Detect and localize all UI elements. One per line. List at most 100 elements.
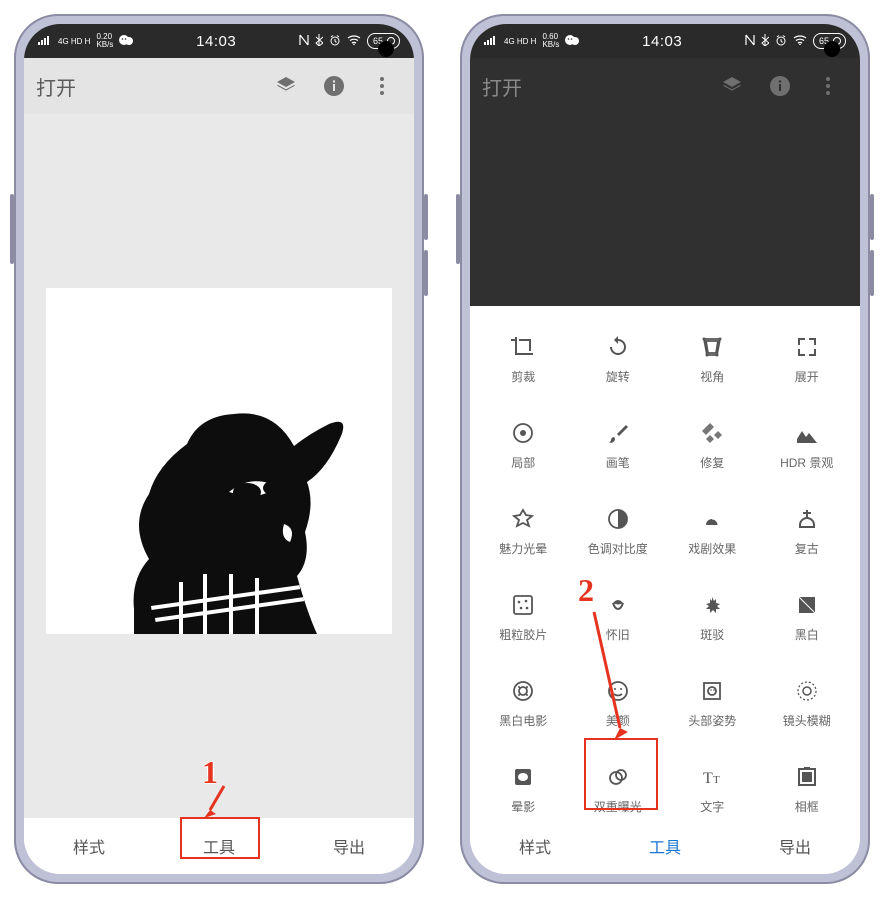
alarm-icon	[775, 34, 787, 49]
layers-icon[interactable]	[266, 66, 306, 106]
clock: 14:03	[196, 33, 236, 50]
data-speed: 0.60KB/s	[542, 33, 559, 49]
wechat-icon	[119, 34, 133, 49]
tool-bw[interactable]: 黑白	[760, 576, 855, 658]
wifi-icon	[347, 35, 361, 48]
annotation-box-2	[584, 738, 658, 810]
bw-icon	[794, 592, 820, 618]
tool-label: 镜头模糊	[783, 712, 831, 729]
tool-label: 展开	[795, 368, 819, 385]
frames-icon	[794, 764, 820, 790]
tool-label: 局部	[511, 454, 535, 471]
network-label: 4G HD H	[504, 37, 536, 46]
annotation-box-1	[180, 817, 260, 859]
perspective-icon	[699, 334, 725, 360]
nfc-icon	[299, 34, 309, 49]
nfc-icon	[745, 34, 755, 49]
vintage-icon	[794, 506, 820, 532]
tool-tonal[interactable]: 色调对比度	[571, 490, 666, 572]
tool-brush[interactable]: 画笔	[571, 404, 666, 486]
tab-export[interactable]: 导出	[730, 818, 860, 874]
tool-label: 斑驳	[700, 626, 724, 643]
tool-text[interactable]: TT文字	[665, 748, 760, 818]
tool-label: 复古	[795, 540, 819, 557]
tool-label: 修复	[700, 454, 724, 471]
expand-icon	[794, 334, 820, 360]
tool-label: 头部姿势	[688, 712, 736, 729]
selective-icon	[510, 420, 536, 446]
photo-silhouette	[79, 374, 359, 634]
tools-panel: 剪裁旋转视角展开局部画笔修复HDR 景观魅力光晕色调对比度戏剧效果复古粗粒胶片怀…	[470, 306, 860, 818]
wechat-icon	[565, 34, 579, 49]
app-bar: 打开	[24, 58, 414, 114]
tool-vintage[interactable]: 复古	[760, 490, 855, 572]
bluetooth-icon	[315, 34, 323, 49]
tool-rotate[interactable]: 旋转	[571, 318, 666, 400]
annotation-arrow-2	[580, 606, 640, 746]
tool-hdr[interactable]: HDR 景观	[760, 404, 855, 486]
dimmed-background: 打开	[470, 58, 860, 306]
tool-label: 旋转	[606, 368, 630, 385]
info-icon[interactable]	[314, 66, 354, 106]
tab-export[interactable]: 导出	[284, 818, 414, 874]
tool-label: 魅力光晕	[499, 540, 547, 557]
tool-label: 戏剧效果	[688, 540, 736, 557]
signal-icon	[38, 35, 52, 48]
screen-left: 4G HD H 0.20KB/s 14:03 65 打开	[24, 24, 414, 874]
data-speed: 0.20KB/s	[96, 33, 113, 49]
image-canvas-area	[24, 114, 414, 818]
headpose-icon	[699, 678, 725, 704]
grunge-icon	[699, 592, 725, 618]
layers-icon	[712, 66, 752, 106]
overflow-menu-icon	[808, 66, 848, 106]
overflow-menu-icon[interactable]	[362, 66, 402, 106]
brush-icon	[605, 420, 631, 446]
bluetooth-icon	[761, 34, 769, 49]
rotate-icon	[605, 334, 631, 360]
grainy-icon	[510, 592, 536, 618]
tool-frames[interactable]: 相框	[760, 748, 855, 818]
annotation-arrow-1	[200, 782, 240, 822]
tool-vignette[interactable]: 晕影	[476, 748, 571, 818]
crop-icon	[510, 334, 536, 360]
tool-perspective[interactable]: 视角	[665, 318, 760, 400]
alarm-icon	[329, 34, 341, 49]
tool-label: 黑白电影	[499, 712, 547, 729]
tool-grunge[interactable]: 斑驳	[665, 576, 760, 658]
tool-healing[interactable]: 修复	[665, 404, 760, 486]
tool-glamour[interactable]: 魅力光晕	[476, 490, 571, 572]
tab-styles[interactable]: 样式	[24, 818, 154, 874]
tool-crop[interactable]: 剪裁	[476, 318, 571, 400]
tool-label: HDR 景观	[780, 454, 833, 471]
camera-punch-hole	[378, 41, 394, 57]
tonal-icon	[605, 506, 631, 532]
open-button[interactable]: 打开	[36, 72, 76, 101]
tool-drama[interactable]: 戏剧效果	[665, 490, 760, 572]
svg-text:T: T	[703, 770, 713, 787]
lensblur-icon	[794, 678, 820, 704]
tab-styles[interactable]: 样式	[470, 818, 600, 874]
tool-headpose[interactable]: 头部姿势	[665, 662, 760, 744]
screen-right: 4G HD H 0.60KB/s 14:03 65 打开	[470, 24, 860, 874]
tool-grainy[interactable]: 粗粒胶片	[476, 576, 571, 658]
tool-lensblur[interactable]: 镜头模糊	[760, 662, 855, 744]
tool-expand[interactable]: 展开	[760, 318, 855, 400]
tool-label: 文字	[700, 798, 724, 815]
hdr-icon	[794, 420, 820, 446]
healing-icon	[699, 420, 725, 446]
image-canvas[interactable]	[46, 288, 392, 634]
status-bar: 4G HD H 0.20KB/s 14:03 65	[24, 24, 414, 58]
tool-noir[interactable]: 黑白电影	[476, 662, 571, 744]
tool-label: 视角	[700, 368, 724, 385]
tab-tools[interactable]: 工具	[600, 818, 730, 874]
app-bar-dimmed: 打开	[470, 58, 860, 114]
status-bar: 4G HD H 0.60KB/s 14:03 65	[470, 24, 860, 58]
phone-frame-right: 4G HD H 0.60KB/s 14:03 65 打开	[460, 14, 870, 884]
tool-label: 色调对比度	[588, 540, 648, 557]
tool-label: 画笔	[606, 454, 630, 471]
drama-icon	[699, 506, 725, 532]
annotation-number-2: 2	[578, 572, 594, 609]
tool-selective[interactable]: 局部	[476, 404, 571, 486]
clock: 14:03	[642, 33, 682, 50]
tool-label: 晕影	[511, 798, 535, 815]
